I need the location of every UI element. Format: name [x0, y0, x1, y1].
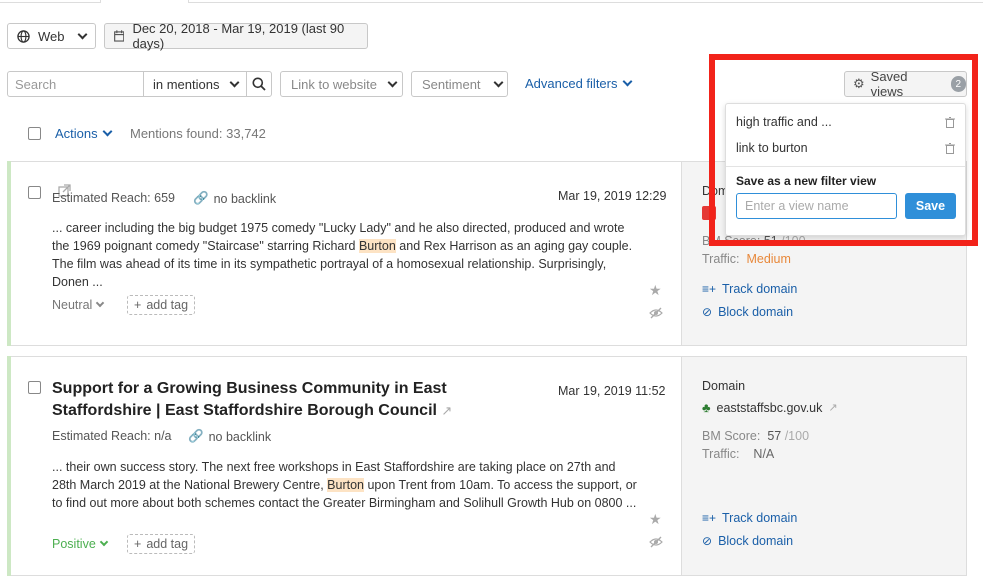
star-icon[interactable]: ★ — [649, 282, 662, 299]
date-range-picker[interactable]: Dec 20, 2018 - Mar 19, 2019 (last 90 day… — [104, 21, 368, 51]
track-icon: ≡+ — [702, 511, 717, 525]
chevron-down-icon — [230, 77, 240, 87]
sentiment-dropdown[interactable]: Neutral — [52, 298, 105, 312]
mention-title[interactable]: Support for a Growing Business Community… — [52, 378, 472, 422]
star-icon[interactable]: ★ — [649, 511, 662, 528]
track-domain-link[interactable]: ≡+ Track domain — [702, 511, 797, 525]
chevron-down-icon — [493, 77, 503, 87]
actions-label: Actions — [55, 126, 98, 141]
traffic-row: Traffic: Medium — [702, 252, 791, 266]
card-accent — [7, 356, 11, 576]
date-range-label: Dec 20, 2018 - Mar 19, 2019 (last 90 day… — [132, 21, 345, 51]
track-icon: ≡+ — [702, 282, 717, 296]
add-tag-label: add tag — [146, 298, 189, 312]
chevron-down-icon — [102, 126, 113, 137]
add-tag-label: add tag — [146, 537, 189, 551]
mention-date: Mar 19, 2019 12:29 — [558, 189, 667, 203]
chevron-down-icon — [622, 76, 632, 87]
block-icon: ⊘ — [702, 305, 713, 319]
source-label: Web — [38, 28, 65, 44]
domain-label: Domain — [702, 379, 746, 393]
hide-icon[interactable] — [649, 307, 663, 319]
mention-checkbox[interactable] — [28, 186, 41, 199]
chevron-down-icon — [387, 77, 398, 87]
search-scope-dropdown[interactable]: in mentions — [143, 71, 247, 97]
link-icon: 🔗 — [193, 191, 209, 205]
block-domain-link[interactable]: ⊘ Block domain — [702, 305, 793, 319]
block-domain-label: Block domain — [718, 534, 794, 548]
tree-favicon-icon: ♣ — [702, 400, 711, 415]
mention-card: Support for a Growing Business Community… — [7, 356, 967, 576]
sentiment-dropdown[interactable]: Positive — [52, 537, 109, 551]
sentiment-dropdown[interactable]: Sentiment — [411, 71, 508, 97]
backlink-status: 🔗 no backlink — [188, 429, 271, 444]
track-domain-label: Track domain — [722, 282, 798, 296]
select-all-checkbox[interactable] — [28, 127, 41, 140]
bm-score-row: BM Score: 57 /100 — [702, 429, 810, 443]
external-link-icon[interactable]: ↗ — [441, 403, 452, 418]
advanced-filters-label: Advanced filters — [525, 76, 618, 91]
estimated-reach: Estimated Reach: n/a — [52, 429, 172, 443]
track-domain-label: Track domain — [722, 511, 798, 525]
sentiment-value: Positive — [52, 537, 96, 551]
card-accent — [7, 161, 11, 346]
source-dropdown[interactable]: Web — [7, 23, 96, 49]
search-icon — [252, 77, 266, 91]
search-scope-label: in mentions — [153, 76, 220, 92]
plus-icon: + — [134, 298, 142, 312]
backlink-label: no backlink — [213, 191, 277, 206]
hide-icon[interactable] — [649, 536, 663, 548]
link-icon: 🔗 — [188, 429, 204, 443]
tabs-strip — [0, 0, 983, 4]
backlink-status: 🔗 no backlink — [193, 191, 276, 206]
search-button[interactable] — [246, 71, 272, 97]
actions-dropdown[interactable]: Actions — [55, 126, 113, 141]
estimated-reach: Estimated Reach: 659 — [52, 191, 175, 205]
globe-icon — [17, 29, 30, 43]
mention-snippet: ... career including the big budget 1975… — [52, 221, 633, 289]
mentions-count: Mentions found: 33,742 — [130, 126, 266, 141]
highlight-annotation — [709, 54, 978, 246]
calendar-icon — [114, 30, 125, 42]
chevron-down-icon — [99, 537, 109, 547]
add-tag-button[interactable]: + add tag — [127, 534, 196, 554]
track-domain-link[interactable]: ≡+ Track domain — [702, 282, 797, 296]
domain-row[interactable]: ♣ eaststaffsbc.gov.uk ↗ — [702, 400, 838, 415]
external-link-icon[interactable]: ↗ — [828, 401, 837, 414]
chevron-down-icon — [96, 298, 105, 308]
traffic-row: Traffic: N/A — [702, 447, 775, 461]
mention-checkbox[interactable] — [28, 381, 41, 394]
mention-snippet: ... their own success story. The next fr… — [52, 460, 637, 510]
backlink-label: no backlink — [208, 429, 272, 444]
plus-icon: + — [134, 537, 142, 551]
block-domain-link[interactable]: ⊘ Block domain — [702, 534, 793, 548]
domain-panel: Domain ♣ eaststaffsbc.gov.uk ↗ BM Score:… — [681, 357, 966, 575]
mention-date: Mar 19, 2019 11:52 — [558, 384, 666, 398]
chevron-down-icon — [77, 29, 87, 39]
advanced-filters-link[interactable]: Advanced filters — [525, 76, 632, 91]
add-tag-button[interactable]: + add tag — [127, 295, 196, 315]
search-input[interactable]: Search — [7, 71, 144, 97]
link-to-website-label: Link to website — [291, 76, 377, 92]
sentiment-value: Neutral — [52, 298, 93, 312]
domain-name: eaststaffsbc.gov.uk — [716, 400, 823, 415]
sentiment-label: Sentiment — [422, 76, 481, 92]
link-to-website-dropdown[interactable]: Link to website — [280, 71, 403, 97]
block-domain-label: Block domain — [718, 305, 794, 319]
block-icon: ⊘ — [702, 534, 713, 548]
search-placeholder: Search — [15, 76, 57, 92]
